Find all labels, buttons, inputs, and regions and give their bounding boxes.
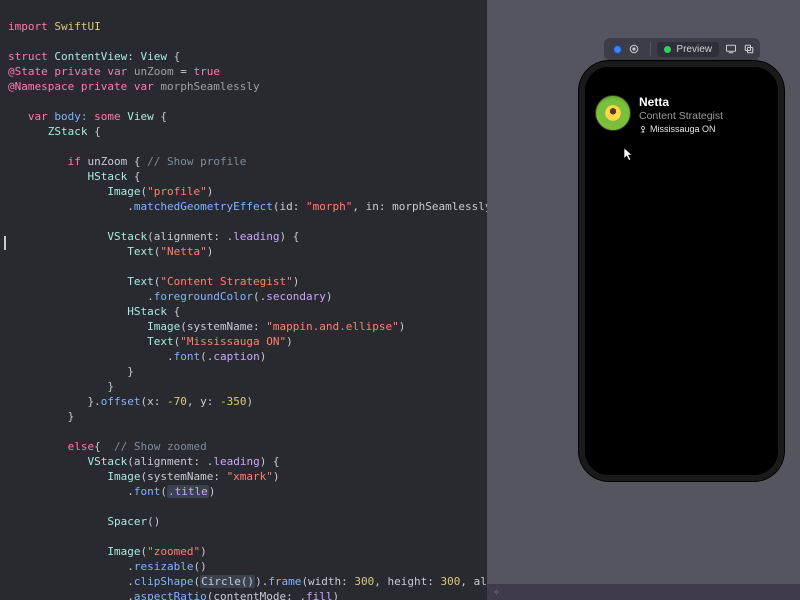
separator [650,42,651,56]
profile-name: Netta [639,95,723,109]
profile-role: Content Strategist [639,110,723,122]
preview-canvas: Preview Netta Content Strategist Mississ… [487,0,800,600]
mouse-cursor-icon [623,147,634,163]
code-editor[interactable]: import SwiftUI struct ContentView: View … [0,0,487,600]
device-screen[interactable]: Netta Content Strategist Mississauga ON [585,67,778,475]
status-dot-icon [664,46,671,53]
profile-row[interactable]: Netta Content Strategist Mississauga ON [595,95,723,134]
device-bezel: Netta Content Strategist Mississauga ON [579,61,784,481]
profile-location: Mississauga ON [639,124,723,134]
duplicate-preview-icon[interactable] [743,43,755,55]
canvas-bottom-bar: ✧ [487,584,800,600]
canvas-sparkle-icon[interactable]: ✧ [493,585,500,598]
preview-pill[interactable]: Preview [657,42,719,57]
preview-label: Preview [676,44,712,55]
live-preview-indicator-icon[interactable] [613,45,622,54]
selectable-mode-icon[interactable] [628,43,640,55]
avatar [595,95,631,131]
device-settings-icon[interactable] [725,43,737,55]
canvas-toolbar: Preview [604,38,760,60]
mappin-icon [639,125,647,133]
text-cursor [4,236,10,250]
